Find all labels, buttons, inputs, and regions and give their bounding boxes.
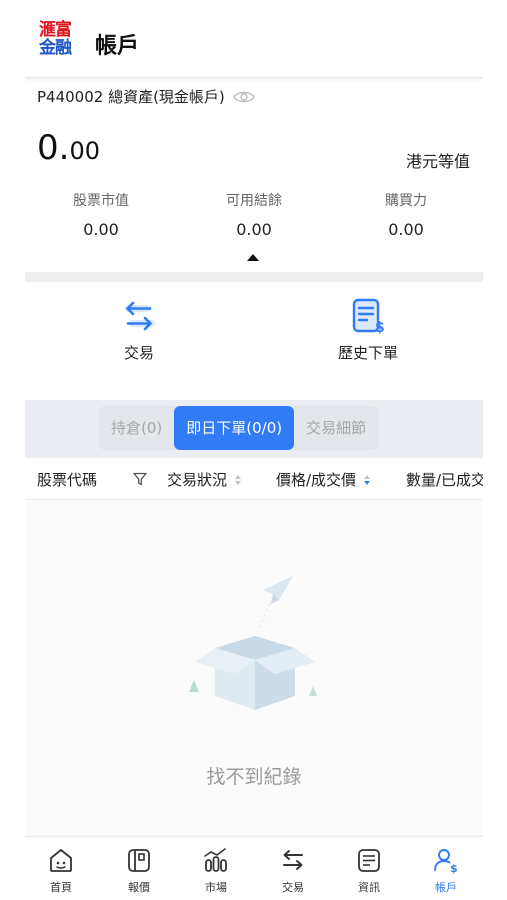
order-history-action-label: 歷史下單 [337, 344, 398, 362]
orders-segmented-control: 持倉(0) 即日下單(0/0) 交易細節 [99, 406, 379, 450]
trade-action-label: 交易 [123, 344, 154, 362]
col-trade-status-label: 交易狀況 [167, 471, 228, 489]
col-quantity[interactable]: 數量/已成交 [406, 469, 483, 490]
order-history-icon: $ [352, 298, 385, 336]
col-trade-status[interactable]: 交易狀況 [167, 469, 242, 490]
col-quantity-label: 數量/已成交 [406, 471, 483, 489]
stat-value: 0.00 [83, 220, 119, 239]
nav-account[interactable]: $ 帳戶 [416, 845, 476, 895]
nav-news-label: 資訊 [358, 881, 380, 894]
app-header: 滙富 金融 帳戶 [25, 0, 483, 78]
nav-home-label: 首頁 [50, 881, 72, 894]
page-title: 帳戶 [95, 34, 140, 59]
stat-market-value: 股票市值 0.00 [31, 190, 171, 239]
nav-market[interactable]: 市場 [186, 845, 246, 895]
total-int: 0. [37, 128, 70, 168]
svg-text:$: $ [450, 862, 458, 875]
quote-icon [128, 849, 150, 872]
app-frame: 滙富 金融 帳戶 P440002 總資產(現金帳戶) 0.00 港元等值 股票市… [25, 0, 483, 900]
account-label: P440002 總資產(現金帳戶) [37, 88, 225, 106]
nav-market-label: 市場 [205, 881, 227, 894]
trade-arrows-icon [125, 301, 155, 331]
empty-message: 找不到紀錄 [206, 766, 302, 788]
trade-action-button[interactable]: 交易 [79, 296, 199, 363]
tab-holdings[interactable]: 持倉(0) [99, 406, 174, 450]
col-price-label: 價格/成交價 [276, 471, 357, 489]
stat-available-balance: 可用結餘 0.00 [184, 190, 324, 239]
logo-line1: 滙富 [39, 20, 72, 40]
empty-box-illustration [189, 576, 317, 710]
nav-trade[interactable]: 交易 [263, 845, 323, 895]
nav-home[interactable]: 首頁 [31, 845, 91, 895]
total-assets-value: 0.00 [37, 128, 100, 168]
nav-account-label: 帳戶 [435, 881, 457, 894]
sort-active-icon [364, 474, 371, 485]
order-table-header: 股票代碼 交易狀況 價格/成交價 數量/已成交 [25, 458, 483, 500]
nav-trade-label: 交易 [282, 881, 304, 894]
sort-icon [235, 474, 242, 485]
col-stock-code-label: 股票代碼 [37, 471, 98, 489]
total-dec: 00 [69, 137, 100, 165]
logo-line2: 金融 [39, 38, 72, 58]
tab-trade-details[interactable]: 交易細節 [294, 406, 378, 450]
account-label-row: P440002 總資產(現金帳戶) [37, 86, 255, 107]
orders-tab-band: 持倉(0) 即日下單(0/0) 交易細節 [25, 400, 483, 458]
nav-quote[interactable]: 報價 [109, 845, 169, 895]
stat-value: 0.00 [236, 220, 272, 239]
brand-logo: 滙富 金融 [39, 22, 77, 62]
collapse-caret-icon[interactable] [247, 254, 259, 261]
col-stock-code: 股票代碼 [37, 469, 97, 490]
home-icon [50, 849, 72, 872]
filter-icon[interactable] [133, 472, 147, 486]
section-divider [25, 272, 483, 282]
news-icon [358, 849, 380, 872]
nav-quote-label: 報價 [128, 881, 150, 894]
svg-text:$: $ [375, 320, 385, 336]
eye-icon[interactable] [232, 90, 255, 104]
account-icon: $ [434, 849, 458, 875]
nav-news[interactable]: 資訊 [339, 845, 399, 895]
order-history-action-button[interactable]: $ 歷史下單 [308, 296, 428, 363]
account-stats: 股票市值 0.00 可用結餘 0.00 購買力 0.00 [25, 190, 483, 250]
stat-label: 可用結餘 [226, 193, 282, 209]
col-price[interactable]: 價格/成交價 [276, 469, 371, 490]
market-icon [204, 848, 227, 872]
empty-state: 找不到紀錄 [25, 500, 483, 836]
trade-icon [283, 850, 303, 870]
stat-value: 0.00 [388, 220, 424, 239]
stat-buying-power: 購買力 0.00 [336, 190, 476, 239]
bottom-nav: 首頁 報價 市場 交易 資訊 $ 帳戶 [25, 836, 483, 900]
stat-label: 購買力 [385, 193, 427, 209]
currency-note: 港元等值 [405, 152, 470, 171]
stat-label: 股票市值 [73, 193, 129, 209]
tab-today-orders[interactable]: 即日下單(0/0) [174, 406, 295, 450]
